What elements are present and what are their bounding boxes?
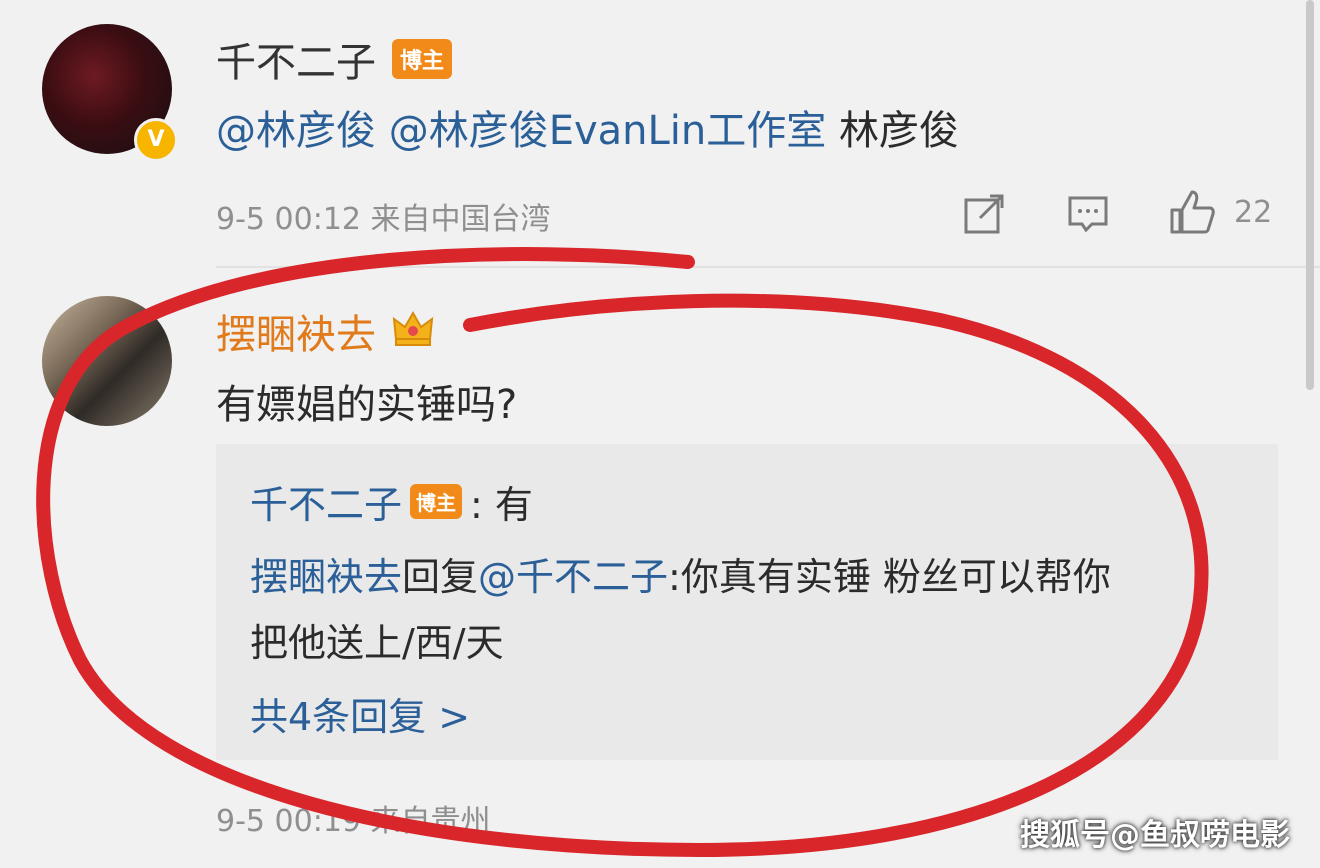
annotation-circle — [36, 247, 1209, 858]
watermark: 搜狐号@鱼叔唠电影 — [1020, 818, 1290, 853]
